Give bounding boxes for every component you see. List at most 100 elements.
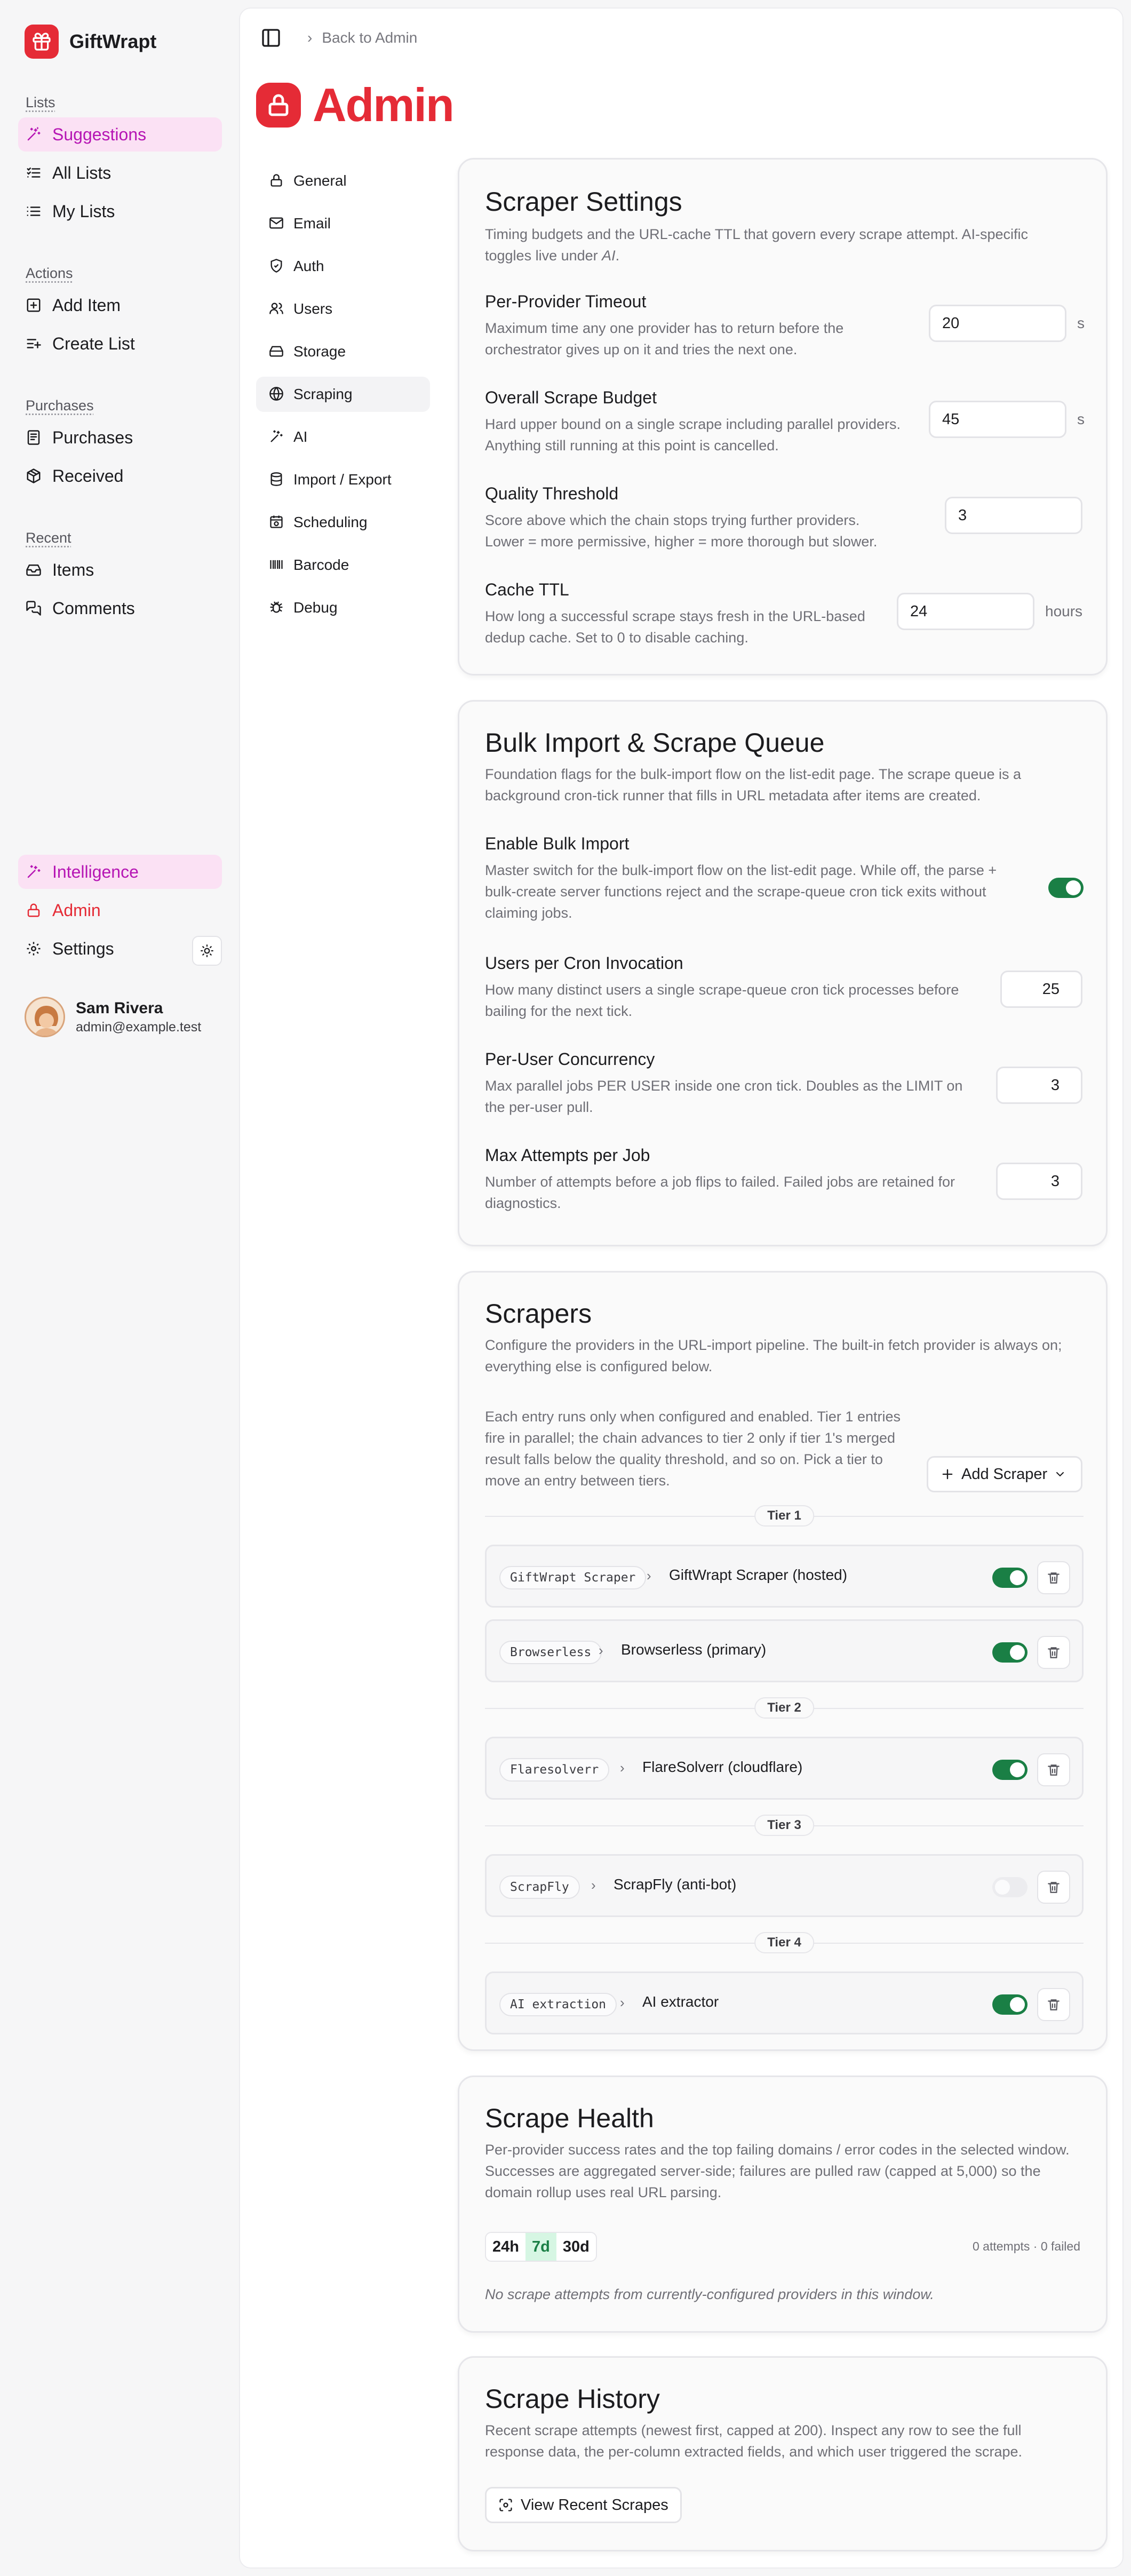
sidebar-item-received[interactable]: Received (18, 459, 222, 493)
avatar (25, 997, 65, 1037)
add-scraper-button[interactable]: Add Scraper (927, 1456, 1082, 1492)
range-7d-button[interactable]: 7d (525, 2233, 556, 2261)
subnav-label: Debug (293, 599, 338, 616)
nav-section-purchases: Purchases Purchases Received (18, 395, 222, 493)
sidebar-item-all-lists[interactable]: All Lists (18, 156, 222, 190)
subnav-item-general[interactable]: General (256, 163, 430, 198)
gear-icon (26, 941, 42, 957)
enable-bulk-import-toggle[interactable] (1048, 878, 1084, 898)
nav-section-lists: Lists Suggestions All Lists My Lists (18, 92, 222, 228)
subnav-item-scheduling[interactable]: Scheduling (256, 505, 430, 540)
quality-threshold-input[interactable]: 3 (945, 497, 1082, 534)
chevron-right-icon: › (620, 1994, 625, 2010)
delete-provider-button[interactable] (1037, 1636, 1070, 1669)
subnav-label: Email (293, 215, 331, 232)
chevron-right-icon: › (599, 1642, 603, 1658)
breadcrumb-back[interactable]: Back to Admin (322, 29, 417, 46)
card-title: Scrape Health (485, 2103, 654, 2133)
delete-provider-button[interactable] (1037, 1871, 1070, 1904)
delete-provider-button[interactable] (1037, 1753, 1070, 1786)
per-provider-timeout-input[interactable]: 20 (929, 305, 1066, 342)
range-24h-button[interactable]: 24h (486, 2233, 525, 2261)
tier-label: Tier 2 (754, 1697, 814, 1719)
overall-scrape-budget-input[interactable]: 45 (929, 401, 1066, 438)
inbox-icon (26, 562, 42, 578)
page-title-text: Admin (313, 78, 455, 131)
provider-enabled-toggle[interactable] (992, 1568, 1028, 1588)
subnav-item-debug[interactable]: Debug (256, 590, 430, 625)
chevron-down-icon (1056, 1472, 1064, 1477)
page-title: Admin (256, 78, 455, 132)
provider-enabled-toggle[interactable] (992, 1994, 1028, 2015)
subnav-label: Scheduling (293, 514, 368, 530)
provider-row[interactable]: GiftWrapt Scraper › GiftWrapt Scraper (h… (485, 1545, 1084, 1608)
shield-icon (269, 258, 285, 274)
wand-icon (26, 864, 42, 880)
sidebar-item-purchases[interactable]: Purchases (18, 420, 222, 455)
subnav-item-email[interactable]: Email (256, 206, 430, 241)
nav-heading: Purchases (26, 397, 94, 414)
brand[interactable]: GiftWrapt (25, 25, 156, 59)
scrape-health-card: Scrape Health Per-provider success rates… (458, 2076, 1108, 2333)
sidebar-item-create-list[interactable]: Create List (18, 327, 222, 361)
tier-label: Tier 4 (754, 1932, 814, 1953)
per-user-concurrency-input[interactable]: 3 (996, 1067, 1082, 1104)
provider-name: GiftWrapt Scraper (hosted) (669, 1567, 848, 1583)
calendar-clock-icon (269, 514, 285, 530)
sidebar-item-items[interactable]: Items (18, 553, 222, 587)
sidebar-toggle-button[interactable] (256, 23, 286, 53)
sparkles-icon (26, 126, 42, 142)
user-profile[interactable]: Sam Rivera admin@example.test (25, 997, 201, 1037)
hard-drive-icon (269, 344, 285, 360)
sidebar-item-add-item[interactable]: Add Item (18, 288, 222, 322)
sidebar-item-label: All Lists (52, 163, 111, 182)
sidebar-item-comments[interactable]: Comments (18, 591, 222, 625)
users-per-cron-input[interactable]: 25 (1000, 971, 1082, 1008)
subnav-item-storage[interactable]: Storage (256, 334, 430, 369)
card-title: Scrape History (485, 2384, 660, 2414)
delete-provider-button[interactable] (1037, 1561, 1070, 1594)
nav-section-actions: Actions Add Item Create List (18, 263, 222, 361)
ai-link[interactable]: AI (602, 248, 616, 264)
sidebar-item-my-lists[interactable]: My Lists (18, 194, 222, 228)
provider-row[interactable]: Browserless › Browserless (primary) (485, 1619, 1084, 1682)
provider-enabled-toggle[interactable] (992, 1760, 1028, 1780)
panel-left-icon (262, 29, 280, 47)
sidebar-item-admin[interactable]: Admin (18, 893, 222, 927)
subnav-item-auth[interactable]: Auth (256, 249, 430, 284)
card-description: Recent scrape attempts (newest first, ca… (485, 2422, 1023, 2460)
provider-row[interactable]: ScrapFly › ScrapFly (anti-bot) (485, 1854, 1084, 1917)
chevron-right-icon: › (620, 1760, 625, 1776)
main-panel: › Back to Admin Admin General Email Auth… (239, 7, 1124, 2569)
setting-title: Cache TTL (485, 580, 569, 599)
setting-title: Overall Scrape Budget (485, 388, 657, 407)
sidebar-item-suggestions[interactable]: Suggestions (18, 117, 222, 152)
subnav-item-ai[interactable]: AI (256, 419, 430, 455)
unit-label: hours (1045, 603, 1083, 619)
cache-ttl-input[interactable]: 24 (897, 593, 1034, 630)
nav-section-bottom: Intelligence Admin Settings (18, 855, 222, 966)
view-recent-scrapes-button[interactable]: View Recent Scrapes (485, 2487, 682, 2523)
subnav-item-users[interactable]: Users (256, 291, 430, 327)
theme-toggle-button[interactable] (192, 936, 222, 966)
trash-icon (1048, 1999, 1060, 2010)
sidebar-item-label: My Lists (52, 201, 115, 221)
provider-enabled-toggle[interactable] (992, 1877, 1028, 1897)
desc-text: Timing budgets and the URL-cache TTL tha… (485, 226, 1028, 264)
subnav-item-barcode[interactable]: Barcode (256, 547, 430, 583)
delete-provider-button[interactable] (1037, 1988, 1070, 2021)
provider-enabled-toggle[interactable] (992, 1642, 1028, 1663)
provider-row[interactable]: Flaresolverr › FlareSolverr (cloudflare) (485, 1737, 1084, 1800)
provider-row[interactable]: AI extraction › AI extractor (485, 1971, 1084, 2034)
subnav-item-scraping[interactable]: Scraping (256, 377, 430, 412)
subnav-item-import-export[interactable]: Import / Export (256, 462, 430, 497)
sidebar-item-intelligence[interactable]: Intelligence (18, 855, 222, 889)
sidebar-item-label: Add Item (52, 295, 121, 315)
subnav-label: General (293, 172, 347, 189)
sidebar-item-settings[interactable]: Settings (18, 932, 222, 966)
subnav-label: Storage (293, 343, 346, 360)
range-30d-button[interactable]: 30d (556, 2233, 596, 2261)
tier-label: Tier 1 (754, 1505, 814, 1526)
scraper-settings-card: Scraper Settings Timing budgets and the … (458, 158, 1108, 675)
max-attempts-input[interactable]: 3 (996, 1163, 1082, 1200)
